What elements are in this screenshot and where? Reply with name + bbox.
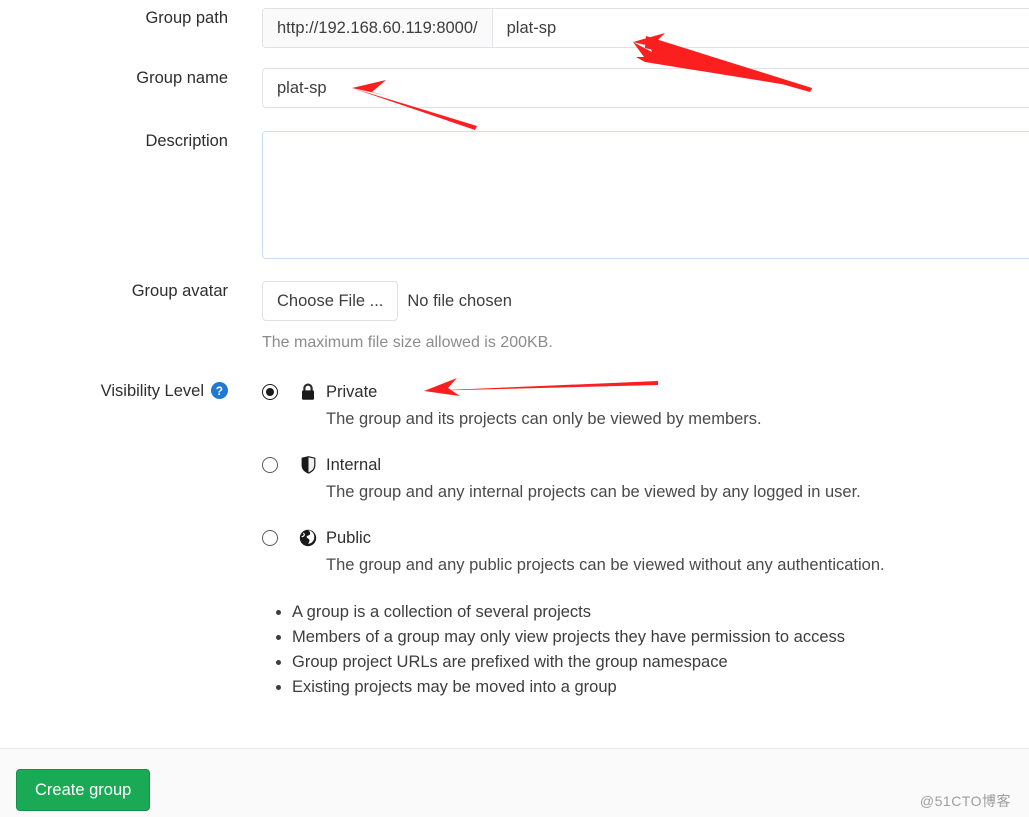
visibility-option-internal[interactable]: Internal The group and any internal proj… (262, 454, 1029, 503)
radio-private[interactable] (262, 384, 278, 400)
choose-file-button[interactable]: Choose File ... (262, 281, 399, 321)
group-note-item: Members of a group may only view project… (292, 625, 1029, 650)
radio-internal[interactable] (262, 457, 278, 473)
form-row-group-path: Group path http://192.168.60.119:8000/ (0, 8, 1029, 48)
visibility-internal-description: The group and any internal projects can … (326, 483, 861, 501)
visibility-option-private[interactable]: Private The group and its projects can o… (262, 381, 1029, 430)
group-name-control (262, 68, 1029, 108)
lock-icon (298, 382, 318, 402)
group-note-item: Group project URLs are prefixed with the… (292, 650, 1029, 675)
shield-icon (298, 455, 318, 475)
label-description: Description (145, 132, 228, 150)
visibility-private-label: Private (326, 382, 378, 401)
group-path-input-group: http://192.168.60.119:8000/ (262, 8, 1029, 48)
group-avatar-control: Choose File ... No file chosen The maxim… (262, 281, 1029, 352)
question-circle-icon[interactable]: ? (211, 382, 228, 399)
visibility-public-head: Public (298, 527, 1029, 549)
watermark-label: @51CTO博客 (919, 793, 1011, 809)
visibility-public-description: The group and any public projects can be… (326, 556, 885, 574)
form-row-visibility-level: Visibility Level ? Private The group and… (0, 381, 1029, 700)
svg-text:?: ? (216, 385, 223, 398)
radio-public[interactable] (262, 530, 278, 546)
label-group-name: Group name (136, 69, 228, 87)
form-row-description: Description (0, 131, 1029, 264)
label-group-path: Group path (145, 9, 228, 27)
label-visibility-level: Visibility Level ? (0, 381, 228, 401)
new-group-form: Group path http://192.168.60.119:8000/ G… (0, 0, 1029, 747)
visibility-private-description: The group and its projects can only be v… (326, 410, 762, 428)
form-row-group-name: Group name (0, 68, 1029, 108)
file-chosen-status: No file chosen (407, 291, 512, 310)
description-control (262, 131, 1029, 264)
visibility-level-text: Visibility Level (100, 382, 204, 400)
group-note-item: A group is a collection of several proje… (292, 600, 1029, 625)
create-group-page: Group path http://192.168.60.119:8000/ G… (0, 0, 1029, 817)
group-note-item: Existing projects may be moved into a gr… (292, 675, 1029, 700)
description-textarea[interactable] (262, 131, 1029, 259)
group-path-control: http://192.168.60.119:8000/ (262, 8, 1029, 48)
visibility-public-label: Public (326, 528, 371, 547)
globe-icon (298, 528, 318, 548)
visibility-option-public[interactable]: Public The group and any public projects… (262, 527, 1029, 576)
group-notes-list: A group is a collection of several proje… (262, 600, 1029, 700)
visibility-internal-label: Internal (326, 455, 382, 474)
group-name-input[interactable] (262, 68, 1029, 108)
group-path-prefix: http://192.168.60.119:8000/ (263, 9, 493, 47)
file-picker: Choose File ... No file chosen (262, 281, 1029, 321)
avatar-help-text: The maximum file size allowed is 200KB. (262, 334, 553, 351)
form-footer: Create group @51CTO博客 (0, 748, 1029, 817)
form-row-group-avatar: Group avatar Choose File ... No file cho… (0, 281, 1029, 352)
group-path-input[interactable] (492, 9, 1029, 47)
visibility-options: Private The group and its projects can o… (262, 381, 1029, 700)
label-group-avatar: Group avatar (131, 282, 228, 300)
visibility-private-head: Private (298, 381, 1029, 403)
visibility-internal-head: Internal (298, 454, 1029, 476)
create-group-button[interactable]: Create group (16, 769, 151, 811)
